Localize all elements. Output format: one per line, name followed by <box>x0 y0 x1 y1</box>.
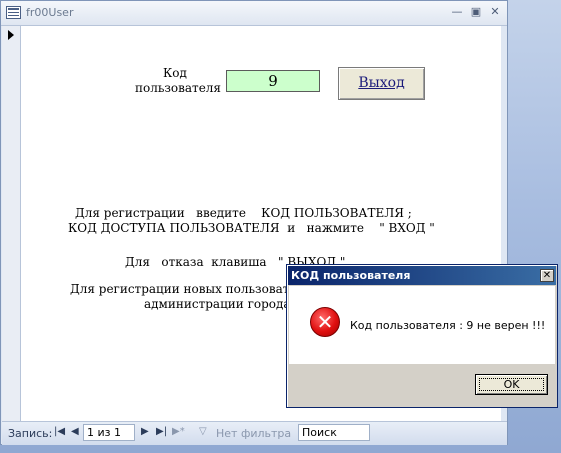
filter-status[interactable]: Нет фильтра <box>216 427 291 440</box>
record-label: Запись: <box>8 427 53 440</box>
next-record-icon[interactable]: ▶ <box>141 426 149 437</box>
dialog-message: Код пользователя : 9 не верен !!! <box>350 319 546 332</box>
close-icon[interactable]: ✕ <box>488 5 502 19</box>
new-record-icon[interactable]: ▶* <box>172 426 185 437</box>
dialog-close-icon[interactable]: ✕ <box>540 269 554 282</box>
dialog-body: ✕ Код пользователя : 9 не верен !!! <box>289 286 555 364</box>
dialog-titlebar[interactable]: КОД пользователя ✕ <box>288 266 556 285</box>
last-record-icon[interactable]: ▶| <box>156 426 167 437</box>
message-dialog: КОД пользователя ✕ ✕ Код пользователя : … <box>286 264 558 408</box>
form-icon <box>6 6 21 19</box>
record-selector[interactable] <box>2 26 21 421</box>
ok-button[interactable]: OK <box>475 374 548 395</box>
code-label-line2: пользователя : <box>135 81 229 95</box>
previous-record-icon[interactable]: ◀ <box>71 426 79 437</box>
form-title: fr00User <box>26 6 74 19</box>
user-code-input[interactable]: 9 <box>226 70 320 92</box>
record-position-field[interactable]: 1 из 1 <box>83 424 135 441</box>
first-record-icon[interactable]: |◀ <box>54 426 65 437</box>
instruction-line-2: КОД ДОСТУПА ПОЛЬЗОВАТЕЛЯ и нажмите " ВХО… <box>68 221 435 235</box>
form-titlebar[interactable]: fr00User — ▣ ✕ <box>1 1 507 26</box>
error-icon: ✕ <box>310 307 340 337</box>
minimize-icon[interactable]: — <box>450 5 464 19</box>
record-navigation-bar: Запись: |◀ ◀ 1 из 1 ▶ ▶| ▶* ▽ Нет фильтр… <box>2 421 507 445</box>
code-label-line1: Код <box>163 66 187 80</box>
exit-button[interactable]: Выход <box>338 67 425 100</box>
dialog-title: КОД пользователя <box>291 269 411 282</box>
restore-icon[interactable]: ▣ <box>469 5 483 19</box>
current-record-icon <box>8 30 14 40</box>
search-input[interactable]: Поиск <box>298 424 370 441</box>
instruction-line-1: Для регистрации введите КОД ПОЛЬЗОВАТЕЛЯ… <box>75 206 412 220</box>
filter-icon: ▽ <box>199 426 207 437</box>
